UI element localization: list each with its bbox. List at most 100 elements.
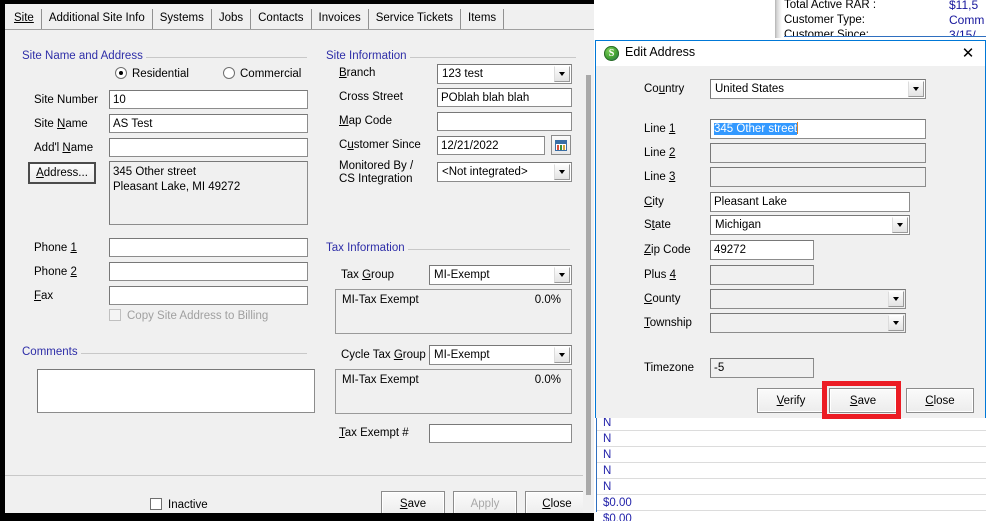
line3-input[interactable] <box>710 167 926 187</box>
chevron-down-icon[interactable] <box>892 217 908 233</box>
radio-commercial[interactable]: Commercial <box>223 67 301 80</box>
tax-group-detail-rate: 0.0% <box>534 294 561 306</box>
tab-service-tickets[interactable]: Service Tickets <box>368 9 462 29</box>
cycle-tax-group-combobox[interactable]: MI-Exempt <box>429 345 572 365</box>
map-code-input[interactable] <box>437 112 572 131</box>
tab-jobs[interactable]: Jobs <box>211 9 252 29</box>
label-township: Township <box>644 317 692 329</box>
list-item[interactable]: N <box>597 479 986 495</box>
plus4-input[interactable] <box>710 265 814 285</box>
monitored-by-combobox[interactable]: <Not integrated> <box>437 162 572 182</box>
tax-group-value: MI-Exempt <box>434 269 490 281</box>
city-input[interactable]: Pleasant Lake <box>710 192 910 212</box>
site-window-scrollbar[interactable] <box>583 30 594 517</box>
branch-combobox[interactable]: 123 test <box>437 64 572 84</box>
tab-jobs-label: Jobs <box>218 12 244 24</box>
label-tax-group: Tax Group <box>341 269 395 281</box>
tax-exempt-number-input[interactable] <box>429 424 572 443</box>
inactive-checkbox[interactable]: Inactive <box>150 498 208 511</box>
dialog-close-button[interactable]: Close <box>906 388 974 413</box>
group-title-comments: Comments <box>19 346 81 358</box>
background-grid[interactable]: N N N N N $0.00 $0.00 <box>596 414 986 521</box>
group-divider <box>133 57 307 58</box>
summary-label: Customer Since: <box>784 29 870 36</box>
close-icon[interactable]: ✕ <box>955 42 981 64</box>
list-item[interactable]: N <box>597 431 986 447</box>
dialog-verify-button[interactable]: Verify <box>757 388 825 413</box>
dialog-save-button[interactable]: Save <box>829 388 897 413</box>
tab-bar: Site Additional Site Info Systems Jobs C… <box>5 8 594 30</box>
chevron-down-icon[interactable] <box>554 347 570 363</box>
fax-input[interactable] <box>109 286 308 305</box>
label-tax-exempt-number: Tax Exempt # <box>339 427 409 439</box>
label-monitored-by-line2: CS Integration <box>339 173 413 185</box>
group-title-site-information: Site Information <box>323 50 410 62</box>
column-divider <box>317 47 318 472</box>
summary-row: Customer Since: 3/15/ <box>784 28 986 36</box>
chevron-down-icon[interactable] <box>554 66 570 82</box>
label-phone2: Phone 2 <box>34 266 77 278</box>
timezone-input[interactable]: -5 <box>710 358 814 378</box>
county-combobox <box>710 289 906 309</box>
radio-residential-dot <box>115 67 127 79</box>
screen: Total Active RAR : $11,5 Customer Type: … <box>0 0 986 521</box>
calendar-icon[interactable] <box>551 135 571 155</box>
addl-name-input[interactable] <box>109 138 308 157</box>
tab-additional-site-info[interactable]: Additional Site Info <box>41 9 153 29</box>
dialog-title-bar[interactable]: S Edit Address ✕ <box>596 41 985 66</box>
chevron-down-icon[interactable] <box>908 81 924 97</box>
site-name-input[interactable]: AS Test <box>109 114 308 133</box>
line1-input[interactable]: 345 Other street <box>710 119 926 139</box>
dialog-title-label: Edit Address <box>625 45 696 59</box>
radio-commercial-dot <box>223 67 235 79</box>
list-item[interactable]: $0.00 <box>597 495 986 511</box>
label-plus4: Plus 4 <box>644 269 676 281</box>
line2-input[interactable] <box>710 143 926 163</box>
label-phone1: Phone 1 <box>34 242 77 254</box>
chevron-down-icon <box>888 315 904 331</box>
chevron-down-icon[interactable] <box>554 164 570 180</box>
label-city: City <box>644 196 664 208</box>
scrollbar-thumb[interactable] <box>586 75 591 495</box>
customer-since-input[interactable]: 12/21/2022 <box>437 136 545 155</box>
dialog-verify-label: Verify <box>776 394 806 407</box>
list-item[interactable]: $0.00 <box>597 511 986 521</box>
phone2-input[interactable] <box>109 262 308 281</box>
phone1-input[interactable] <box>109 238 308 257</box>
summary-value: 3/15/ <box>949 28 976 36</box>
background-scrollbar-top[interactable] <box>774 0 782 38</box>
label-cycle-tax-group: Cycle Tax Group <box>341 349 426 361</box>
comments-input[interactable] <box>37 369 315 413</box>
cross-street-input[interactable]: POblah blah blah <box>437 88 572 107</box>
group-divider <box>405 249 570 250</box>
address-button[interactable]: Address... <box>28 162 96 184</box>
country-combobox[interactable]: United States <box>710 79 926 99</box>
label-site-name: Site Name <box>34 118 88 130</box>
tab-items[interactable]: Items <box>461 9 505 29</box>
address-button-label: Address... <box>36 167 88 179</box>
list-item[interactable]: N <box>597 447 986 463</box>
tab-systems[interactable]: Systems <box>152 9 212 29</box>
summary-value: Comm <box>949 13 985 27</box>
tab-invoices-label: Invoices <box>318 12 361 24</box>
tab-contacts[interactable]: Contacts <box>251 9 312 29</box>
site-form-footer: Inactive Save Apply Close <box>5 475 594 517</box>
state-value: Michigan <box>715 219 762 231</box>
list-item[interactable]: N <box>597 463 986 479</box>
label-map-code: Map Code <box>339 115 393 127</box>
site-number-input[interactable]: 10 <box>109 90 308 109</box>
tax-group-detail-name: MI-Tax Exempt <box>342 294 419 306</box>
zip-code-input[interactable]: 49272 <box>710 240 814 260</box>
tab-invoices[interactable]: Invoices <box>311 9 369 29</box>
tax-group-combobox[interactable]: MI-Exempt <box>429 265 572 285</box>
chevron-down-icon[interactable] <box>554 267 570 283</box>
tab-site[interactable]: Site <box>7 9 42 29</box>
summary-row: Total Active RAR : $11,5 <box>784 0 986 13</box>
state-combobox[interactable]: Michigan <box>710 215 910 235</box>
radio-residential[interactable]: Residential <box>115 67 189 80</box>
address-display[interactable]: 345 Other street Pleasant Lake, MI 49272 <box>109 161 308 225</box>
inactive-label: Inactive <box>168 499 208 511</box>
chevron-down-icon <box>888 291 904 307</box>
label-zip-code: Zip Code <box>644 244 691 256</box>
copy-billing-label: Copy Site Address to Billing <box>127 310 269 322</box>
